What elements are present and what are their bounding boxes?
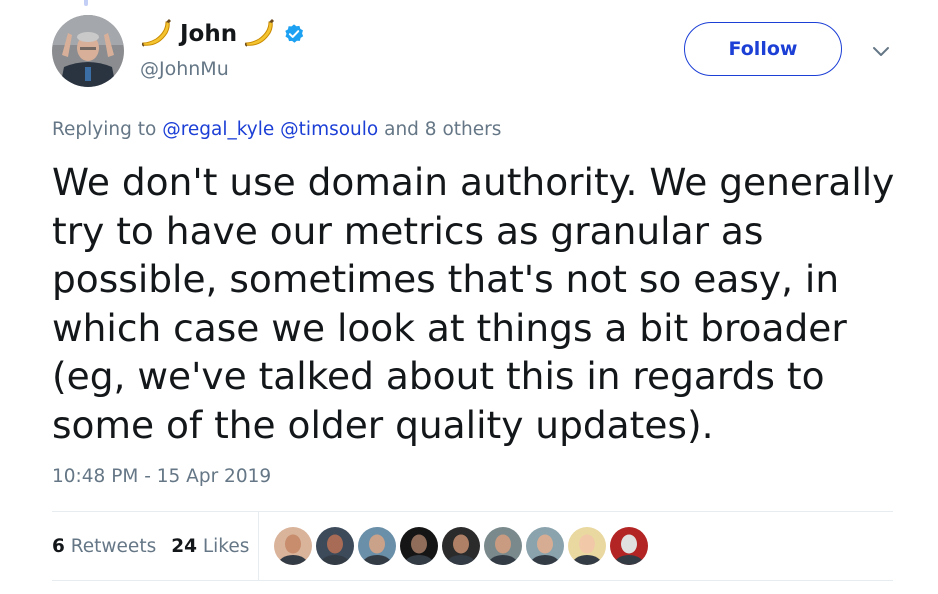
follow-button[interactable]: Follow xyxy=(684,22,842,76)
tweet-text: We don't use domain authority. We genera… xyxy=(52,160,895,447)
retweets-label: Retweets xyxy=(70,535,157,557)
liker-avatar[interactable] xyxy=(568,527,606,565)
banana-icon xyxy=(245,19,275,47)
avatar-image xyxy=(52,15,124,87)
verified-badge-icon xyxy=(285,24,304,43)
user-name: John xyxy=(180,21,238,47)
likes-count: 24 xyxy=(171,535,197,557)
divider-bottom xyxy=(52,580,893,581)
liker-avatar[interactable] xyxy=(316,527,354,565)
banana-icon xyxy=(141,19,171,47)
tweet-timestamp[interactable]: 10:48 PM - 15 Apr 2019 xyxy=(52,466,271,487)
liker-avatar[interactable] xyxy=(358,527,396,565)
liker-avatars xyxy=(274,527,652,565)
chevron-down-icon[interactable] xyxy=(870,40,892,62)
likes-label: Likes xyxy=(202,535,250,557)
mention-link-regal-kyle[interactable]: @regal_kyle xyxy=(162,119,274,140)
likes-stat[interactable]: 24 Likes xyxy=(171,536,249,557)
liker-avatar[interactable] xyxy=(274,527,312,565)
liker-avatar[interactable] xyxy=(484,527,522,565)
liker-avatar[interactable] xyxy=(526,527,564,565)
liker-avatar[interactable] xyxy=(400,527,438,565)
liker-avatar[interactable] xyxy=(610,527,648,565)
replying-to: Replying to @regal_kyle @timsoulo and 8 … xyxy=(52,119,501,140)
thread-connector xyxy=(84,0,88,6)
replying-others[interactable]: and 8 others xyxy=(384,119,501,140)
mention-link-timsoulo[interactable]: @timsoulo xyxy=(280,119,378,140)
user-handle[interactable]: @JohnMu xyxy=(140,58,229,80)
tweet-stats: 6 Retweets 24 Likes xyxy=(52,512,249,580)
stats-divider xyxy=(258,512,259,580)
replying-prefix: Replying to xyxy=(52,119,157,140)
liker-avatar[interactable] xyxy=(442,527,480,565)
retweets-count: 6 xyxy=(52,535,65,557)
avatar[interactable] xyxy=(52,15,124,87)
retweets-stat[interactable]: 6 Retweets xyxy=(52,536,156,557)
user-name-row[interactable]: John xyxy=(140,16,305,52)
